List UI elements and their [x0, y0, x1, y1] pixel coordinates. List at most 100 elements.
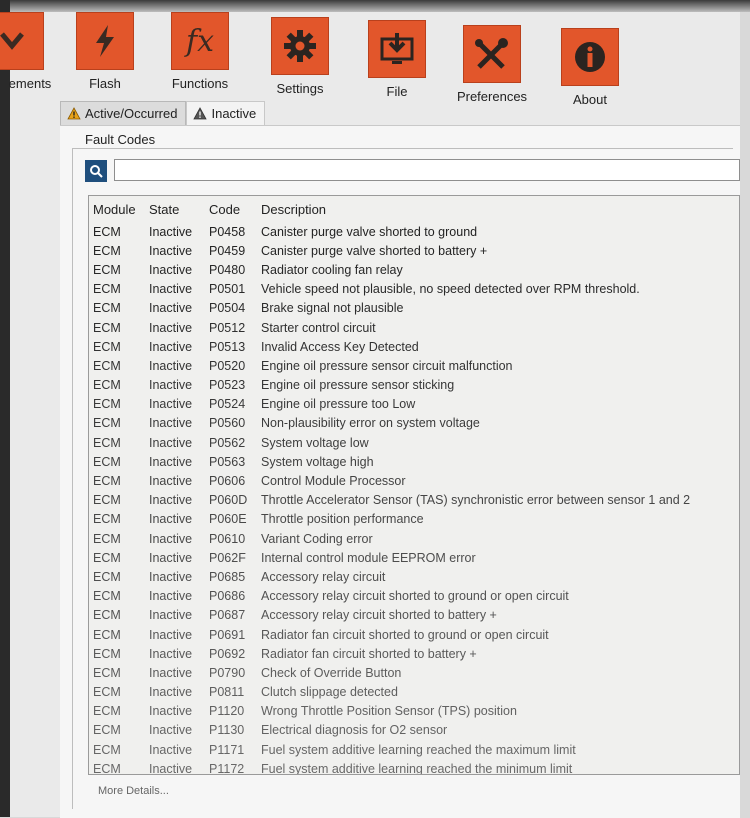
cell-description: Accessory relay circuit: [261, 569, 386, 584]
table-row[interactable]: ECM Inactive P0610 Variant Coding error: [89, 529, 739, 548]
cell-module: ECM: [93, 301, 121, 316]
cell-description: Radiator cooling fan relay: [261, 262, 403, 277]
cell-state: Inactive: [149, 531, 193, 546]
measurements-icon: [0, 12, 44, 70]
column-header-code[interactable]: Code: [209, 202, 261, 217]
cell-description: Variant Coding error: [261, 531, 373, 546]
table-row[interactable]: ECM Inactive P0692 Radiator fan circuit sho…: [89, 644, 739, 663]
toolbar-file-button[interactable]: File: [352, 20, 442, 99]
toolbar-measurements-button[interactable]: ements: [0, 12, 60, 91]
table-row[interactable]: ECM Inactive P1130 Electrical diagnosis for…: [89, 721, 739, 740]
table-row[interactable]: ECM Inactive P060D Throttle Accelerator Sen…: [89, 491, 739, 510]
cell-code: P060E: [209, 512, 247, 527]
table-row[interactable]: ECM Inactive P0560 Non-plausibility error o…: [89, 414, 739, 433]
table-row[interactable]: ECM Inactive P0513 Invalid Access Key Detec…: [89, 337, 739, 356]
column-header-description[interactable]: Description: [261, 202, 739, 217]
cell-state: Inactive: [149, 569, 193, 584]
table-row[interactable]: ECM Inactive P0523 Engine oil pressure sens…: [89, 376, 739, 395]
table-header: Module State Code Description: [89, 196, 739, 222]
table-row[interactable]: ECM Inactive P0790 Check of Override Button: [89, 663, 739, 682]
fault-tabs: Active/Occurred Inactive: [60, 101, 266, 125]
table-row[interactable]: ECM Inactive P1120 Wrong Throttle Position …: [89, 702, 739, 721]
more-details-link[interactable]: More Details...: [98, 785, 169, 797]
toolbar-about-button[interactable]: About: [545, 28, 635, 107]
cell-code: P0512: [209, 320, 246, 335]
cell-description: Fuel system additive learning reached th…: [261, 761, 573, 775]
cell-module: ECM: [93, 358, 121, 373]
table-row[interactable]: ECM Inactive P0504 Brake signal not plausib…: [89, 299, 739, 318]
cell-code: P0790: [209, 665, 246, 680]
table-row[interactable]: ECM Inactive P0512 Starter control circuit: [89, 318, 739, 337]
cell-description: Vehicle speed not plausible, no speed de…: [261, 282, 640, 297]
table-row[interactable]: ECM Inactive P1171 Fuel system additive lea…: [89, 740, 739, 759]
cell-code: P0685: [209, 569, 246, 584]
table-row[interactable]: ECM Inactive P0458 Canister purge valve sho…: [89, 222, 739, 241]
table-row[interactable]: ECM Inactive P1172 Fuel system additive lea…: [89, 759, 739, 775]
cell-description: Check of Override Button: [261, 665, 402, 680]
cell-state: Inactive: [149, 685, 193, 700]
fx-icon: fx: [171, 12, 229, 70]
table-row[interactable]: ECM Inactive P0520 Engine oil pressure sens…: [89, 356, 739, 375]
table-row[interactable]: ECM Inactive P0563 System voltage high: [89, 452, 739, 471]
cell-state: Inactive: [149, 761, 193, 775]
table-row[interactable]: ECM Inactive P0480 Radiator cooling fan rel…: [89, 260, 739, 279]
table-row[interactable]: ECM Inactive P0685 Accessory relay circuit: [89, 567, 739, 586]
cell-code: P0691: [209, 627, 246, 642]
cell-state: Inactive: [149, 723, 193, 738]
cell-code: P0687: [209, 608, 246, 623]
cell-code: P0520: [209, 358, 246, 373]
cell-module: ECM: [93, 416, 121, 431]
toolbar-preferences-label: Preferences: [456, 89, 528, 104]
cell-module: ECM: [93, 474, 121, 489]
column-header-module[interactable]: Module: [89, 202, 149, 217]
cell-state: Inactive: [149, 416, 193, 431]
table-row[interactable]: ECM Inactive P062F Internal control module …: [89, 548, 739, 567]
toolbar-about-label: About: [573, 92, 607, 107]
cell-state: Inactive: [149, 397, 193, 412]
table-row[interactable]: ECM Inactive P0459 Canister purge valve sho…: [89, 241, 739, 260]
table-row[interactable]: ECM Inactive P0686 Accessory relay circuit …: [89, 587, 739, 606]
cell-module: ECM: [93, 282, 121, 297]
cell-description: Control Module Processor: [261, 474, 406, 489]
cell-description: Radiator fan circuit shorted to ground o…: [261, 627, 549, 642]
cell-module: ECM: [93, 627, 121, 642]
cell-description: Electrical diagnosis for O2 sensor: [261, 723, 448, 738]
cell-module: ECM: [93, 723, 121, 738]
table-row[interactable]: ECM Inactive P0562 System voltage low: [89, 433, 739, 452]
cell-module: ECM: [93, 531, 121, 546]
column-header-state[interactable]: State: [149, 202, 209, 217]
toolbar-flash-button[interactable]: Flash: [60, 12, 150, 91]
cell-code: P1120: [209, 704, 245, 719]
tab-inactive[interactable]: Inactive: [186, 101, 266, 125]
tab-active-occurred[interactable]: Active/Occurred: [60, 101, 187, 125]
cell-code: P0610: [209, 531, 246, 546]
cell-module: ECM: [93, 493, 121, 508]
table-row[interactable]: ECM Inactive P0687 Accessory relay circuit …: [89, 606, 739, 625]
cell-code: P0560: [209, 416, 246, 431]
fault-search-input[interactable]: [114, 159, 740, 181]
search-button[interactable]: [85, 160, 107, 182]
table-row[interactable]: ECM Inactive P0691 Radiator fan circuit sho…: [89, 625, 739, 644]
cell-code: P0562: [209, 435, 246, 450]
warning-icon: [67, 107, 81, 120]
cell-code: P0480: [209, 262, 246, 277]
toolbar-settings-button[interactable]: Settings: [255, 17, 345, 96]
cell-description: System voltage high: [261, 454, 374, 469]
cell-module: ECM: [93, 397, 121, 412]
table-row[interactable]: ECM Inactive P0524 Engine oil pressure too …: [89, 395, 739, 414]
table-row[interactable]: ECM Inactive P0811 Clutch slippage detected: [89, 683, 739, 702]
table-row[interactable]: ECM Inactive P0501 Vehicle speed not plausi…: [89, 280, 739, 299]
tools-icon: [463, 25, 521, 83]
table-row[interactable]: ECM Inactive P0606 Control Module Processor: [89, 471, 739, 490]
monitor-bezel-left: [0, 0, 10, 817]
cell-module: ECM: [93, 608, 121, 623]
cell-code: P0606: [209, 474, 246, 489]
cell-module: ECM: [93, 339, 121, 354]
table-row[interactable]: ECM Inactive P060E Throttle position perfor…: [89, 510, 739, 529]
toolbar-functions-button[interactable]: fx Functions: [155, 12, 245, 91]
cell-description: Invalid Access Key Detected: [261, 339, 419, 354]
toolbar-preferences-button[interactable]: Preferences: [447, 25, 537, 104]
cell-code: P1130: [209, 723, 245, 738]
cell-description: Throttle Accelerator Sensor (TAS) synchr…: [261, 493, 691, 508]
toolbar-measurements-label: ements: [8, 76, 52, 91]
